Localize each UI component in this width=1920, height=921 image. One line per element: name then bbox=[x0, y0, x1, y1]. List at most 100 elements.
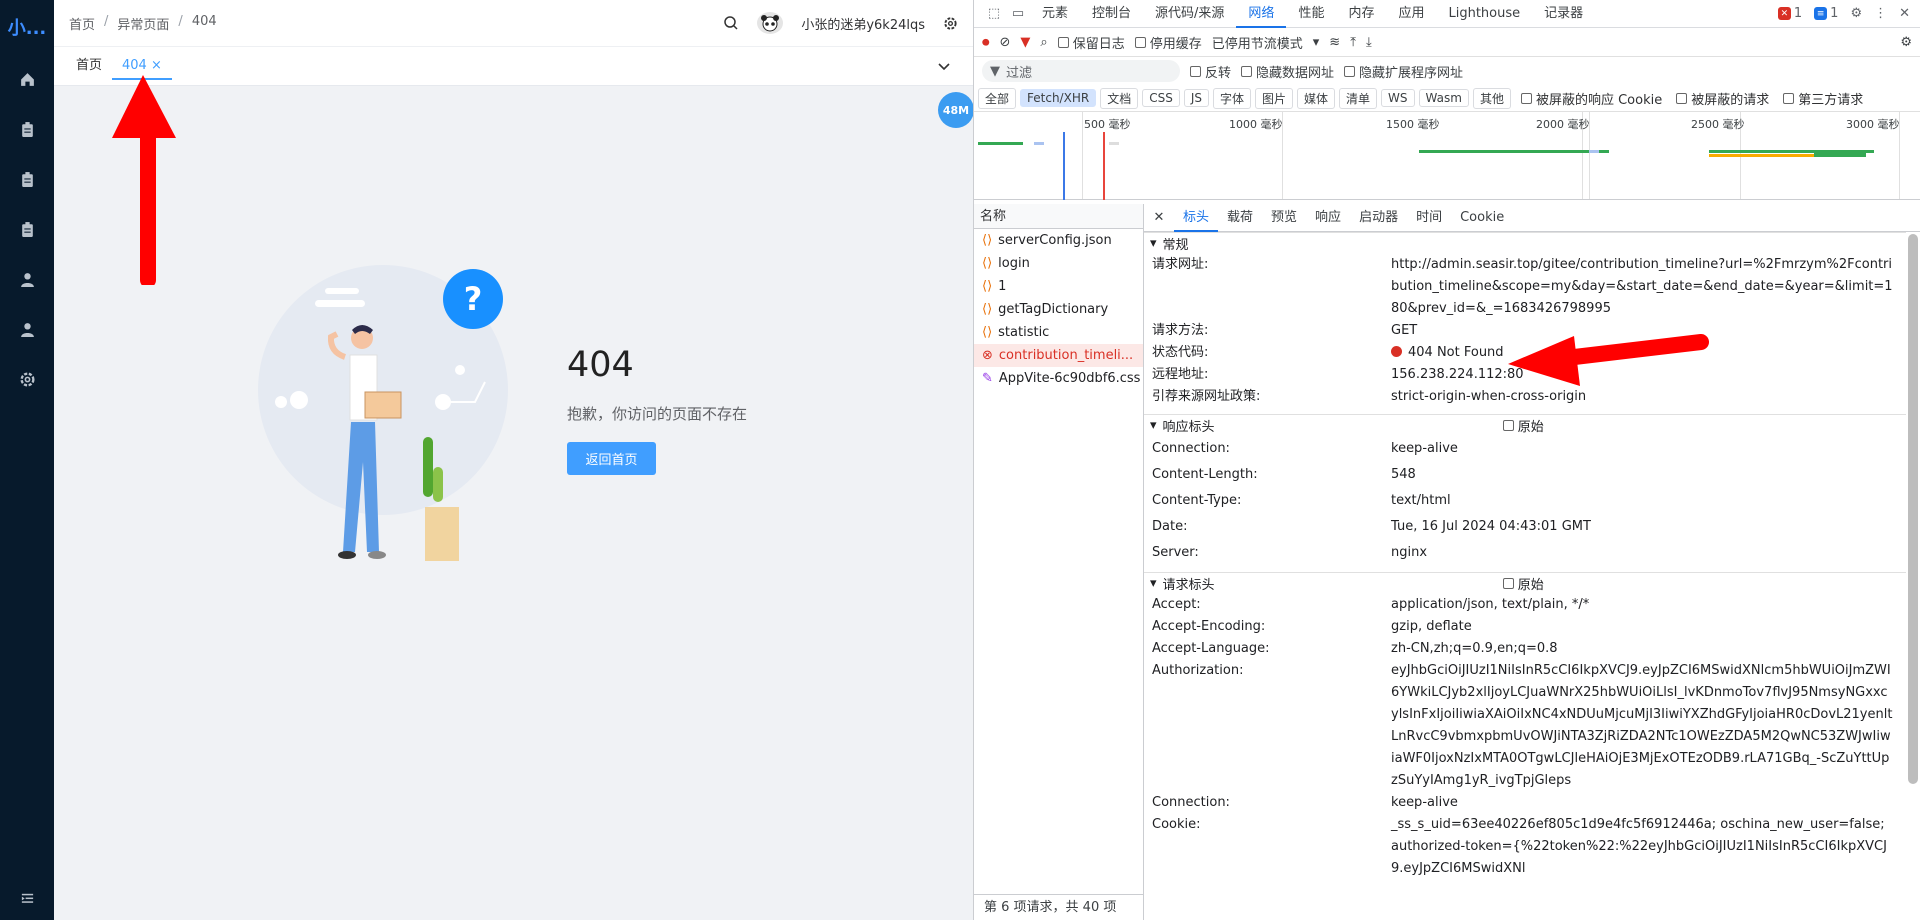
chevron-down-icon[interactable] bbox=[937, 59, 951, 73]
upload-icon[interactable]: ⤒ bbox=[1350, 35, 1356, 50]
preserve-log-checkbox[interactable]: 保留日志 bbox=[1057, 33, 1125, 52]
request-detail: ✕ 标头 载荷 预览 响应 启动器 时间 Cookie ▾ 常规 请求网址: htt… bbox=[1144, 204, 1920, 920]
detail-tab-headers[interactable]: 标头 bbox=[1174, 204, 1219, 232]
invert-checkbox[interactable]: 反转 bbox=[1190, 62, 1231, 81]
download-icon[interactable]: ⤓ bbox=[1366, 35, 1372, 50]
request-row[interactable]: ⟨⟩ login bbox=[974, 252, 1143, 275]
type-wasm[interactable]: Wasm bbox=[1418, 89, 1469, 107]
section-general[interactable]: ▾ 常规 bbox=[1144, 232, 1906, 254]
network-timeline[interactable]: 500 毫秒 1000 毫秒 1500 毫秒 2000 毫秒 2500 毫秒 3… bbox=[974, 112, 1920, 200]
timeline-tick: 1500 毫秒 bbox=[1386, 118, 1440, 131]
breadcrumb-error-pages[interactable]: 异常页面 bbox=[117, 14, 169, 33]
sidebar-item-settings[interactable] bbox=[0, 354, 54, 404]
wifi-icon[interactable]: ≋ bbox=[1329, 35, 1340, 50]
detail-tab-payload[interactable]: 载荷 bbox=[1218, 204, 1262, 232]
blocked-requests-checkbox[interactable]: 被屏蔽的请求 bbox=[1676, 89, 1769, 108]
tab-console[interactable]: 控制台 bbox=[1080, 0, 1143, 28]
gear-icon[interactable]: ⚙ bbox=[1900, 35, 1912, 50]
sidebar-item-home[interactable] bbox=[0, 54, 54, 104]
type-img[interactable]: 图片 bbox=[1255, 87, 1294, 109]
request-row[interactable]: ⟨⟩ getTagDictionary bbox=[974, 298, 1143, 321]
detail-tab-initiator[interactable]: 启动器 bbox=[1350, 204, 1407, 232]
request-row[interactable]: ✎ AppVite-6c90dbf6.css bbox=[974, 367, 1143, 390]
message-count[interactable]: ≡ 1 bbox=[1814, 6, 1838, 21]
raw-checkbox[interactable]: 原始 bbox=[1502, 416, 1544, 435]
devtools-panel: ⬚ ▭ 元素 控制台 源代码/来源 网络 性能 内存 应用 Lighthouse… bbox=[973, 0, 1920, 920]
filter-input[interactable]: ▼ 过滤 bbox=[982, 60, 1180, 82]
collapse-sidebar-button[interactable] bbox=[0, 891, 54, 906]
tag-404[interactable]: 404 × bbox=[112, 52, 172, 80]
back-home-button[interactable]: 返回首页 bbox=[567, 442, 656, 475]
sidebar-item-clipboard-2[interactable] bbox=[0, 154, 54, 204]
username[interactable]: 小张的迷弟y6k24lqs bbox=[801, 14, 925, 33]
filter-icon: ▼ bbox=[990, 63, 1000, 79]
sidebar-item-clipboard-3[interactable] bbox=[0, 204, 54, 254]
type-ws[interactable]: WS bbox=[1381, 89, 1415, 107]
detail-tab-cookies[interactable]: Cookie bbox=[1451, 204, 1513, 232]
type-fetch-xhr[interactable]: Fetch/XHR bbox=[1020, 89, 1097, 107]
tab-sources[interactable]: 源代码/来源 bbox=[1143, 0, 1236, 28]
hide-extension-urls-checkbox[interactable]: 隐藏扩展程序网址 bbox=[1344, 62, 1463, 81]
type-css[interactable]: CSS bbox=[1142, 89, 1180, 107]
inspect-icon[interactable]: ⬚ bbox=[982, 6, 1006, 21]
detail-tab-response[interactable]: 响应 bbox=[1306, 204, 1350, 232]
tab-application[interactable]: 应用 bbox=[1386, 0, 1436, 28]
header-row-status: 状态代码: 404 Not Found bbox=[1152, 345, 1504, 360]
tab-memory[interactable]: 内存 bbox=[1336, 0, 1386, 28]
raw-checkbox[interactable]: 原始 bbox=[1502, 574, 1544, 593]
close-icon[interactable]: ✕ bbox=[1899, 6, 1910, 21]
type-js[interactable]: JS bbox=[1183, 89, 1209, 107]
sidebar-item-user-1[interactable] bbox=[0, 254, 54, 304]
request-row[interactable]: ⟨⟩ statistic bbox=[974, 321, 1143, 344]
sidebar-item-clipboard-1[interactable] bbox=[0, 104, 54, 154]
request-row-selected[interactable]: ⊗ contribution_timeli... bbox=[974, 344, 1143, 367]
search-icon[interactable] bbox=[723, 15, 739, 31]
breadcrumb-home[interactable]: 首页 bbox=[69, 14, 95, 33]
blocked-cookies-checkbox[interactable]: 被屏蔽的响应 Cookie bbox=[1520, 89, 1662, 108]
column-header-name[interactable]: 名称 bbox=[974, 204, 1143, 229]
tab-lighthouse[interactable]: Lighthouse bbox=[1436, 0, 1532, 28]
app-logo[interactable]: 小... bbox=[0, 0, 54, 54]
sidebar-item-user-2[interactable] bbox=[0, 304, 54, 354]
header-row: Content-Type: text/html bbox=[1152, 493, 1451, 508]
detail-tab-timing[interactable]: 时间 bbox=[1407, 204, 1451, 232]
detail-tab-preview[interactable]: 预览 bbox=[1262, 204, 1306, 232]
type-font[interactable]: 字体 bbox=[1212, 87, 1251, 109]
type-other[interactable]: 其他 bbox=[1472, 87, 1511, 109]
tags-view: 首页 404 × bbox=[54, 46, 973, 86]
throttle-select[interactable]: 已停用节流模式 bbox=[1212, 33, 1303, 52]
clear-icon[interactable]: ⊘ bbox=[1000, 35, 1011, 50]
chevron-down-icon[interactable]: ▾ bbox=[1313, 35, 1320, 50]
type-all[interactable]: 全部 bbox=[978, 87, 1017, 109]
disable-cache-checkbox[interactable]: 停用缓存 bbox=[1134, 33, 1202, 52]
header-row: Authorization: eyJhbGciOiJIUzI1NiIsInR5cC… bbox=[1152, 663, 1893, 788]
header-row: 请求方法: GET bbox=[1152, 323, 1418, 338]
request-row[interactable]: ⟨⟩ serverConfig.json bbox=[974, 229, 1143, 252]
tag-home[interactable]: 首页 bbox=[66, 52, 112, 80]
hide-data-urls-checkbox[interactable]: 隐藏数据网址 bbox=[1241, 62, 1334, 81]
filter-icon[interactable]: ▼ bbox=[1020, 35, 1030, 50]
tab-performance[interactable]: 性能 bbox=[1286, 0, 1336, 28]
type-doc[interactable]: 文档 bbox=[1100, 87, 1139, 109]
tab-elements[interactable]: 元素 bbox=[1030, 0, 1080, 28]
section-response-headers[interactable]: ▾ 响应标头 原始 bbox=[1144, 414, 1906, 436]
search-icon[interactable]: ⌕ bbox=[1040, 35, 1047, 50]
request-row[interactable]: ⟨⟩ 1 bbox=[974, 275, 1143, 298]
record-icon[interactable]: ⏺ bbox=[982, 33, 990, 51]
error-icon: ✕ bbox=[1777, 7, 1791, 20]
section-request-headers[interactable]: ▾ 请求标头 原始 bbox=[1144, 572, 1906, 594]
type-manifest[interactable]: 清单 bbox=[1339, 87, 1378, 109]
scrollbar[interactable] bbox=[1908, 234, 1918, 784]
tab-network[interactable]: 网络 bbox=[1236, 0, 1287, 28]
third-party-checkbox[interactable]: 第三方请求 bbox=[1783, 89, 1863, 108]
avatar[interactable] bbox=[757, 12, 784, 34]
type-media[interactable]: 媒体 bbox=[1297, 87, 1336, 109]
error-count[interactable]: ✕ 1 bbox=[1777, 6, 1802, 21]
close-icon[interactable]: ✕ bbox=[1144, 210, 1174, 225]
tab-recorder[interactable]: 记录器 bbox=[1532, 0, 1595, 28]
gear-icon[interactable] bbox=[943, 16, 958, 31]
device-toolbar-icon[interactable]: ▭ bbox=[1006, 6, 1030, 21]
more-icon[interactable]: ⋮ bbox=[1874, 6, 1887, 21]
gear-icon[interactable]: ⚙ bbox=[1850, 6, 1862, 21]
request-list: 名称 ⟨⟩ serverConfig.json ⟨⟩ login ⟨⟩ 1 ⟨⟩ get… bbox=[974, 204, 1144, 920]
